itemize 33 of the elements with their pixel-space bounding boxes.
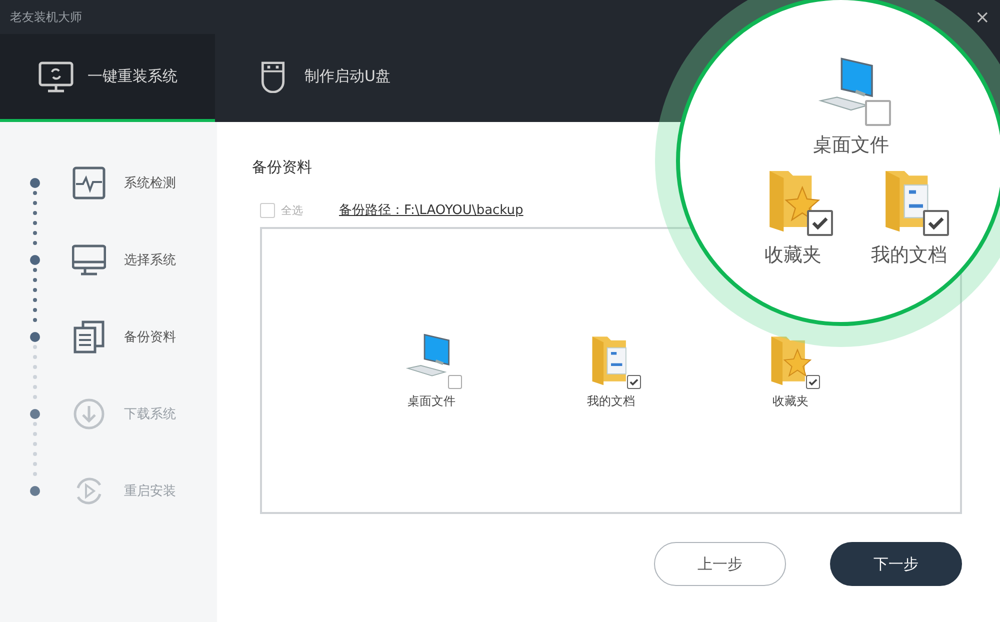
step-label: 重启安装 xyxy=(124,482,176,500)
monitor-icon xyxy=(72,242,106,276)
item-label: 收藏夹 xyxy=(772,393,808,410)
check-icon xyxy=(807,376,820,388)
item-label: 我的文档 xyxy=(871,243,947,268)
window-title: 老友装机大师 xyxy=(10,8,82,26)
check-icon xyxy=(628,376,640,388)
checkbox[interactable] xyxy=(626,375,641,389)
step-label: 选择系统 xyxy=(124,252,176,268)
documents-icon xyxy=(72,320,106,354)
back-button[interactable]: 上一步 xyxy=(654,542,786,586)
tab[interactable]: 一键重装系统 xyxy=(0,34,215,122)
step-label: 下载系统 xyxy=(124,406,176,422)
checkbox[interactable] xyxy=(807,210,833,236)
backup-path-link[interactable]: 备份路径：F:\LAOYOU\backup xyxy=(339,201,524,219)
checkbox[interactable] xyxy=(448,375,462,389)
refresh-monitor-icon xyxy=(38,60,74,92)
close-button[interactable]: × xyxy=(974,6,990,28)
step-label: 系统检测 xyxy=(124,174,176,192)
checkbox[interactable] xyxy=(923,210,949,236)
download-icon xyxy=(72,396,106,430)
next-button[interactable]: 下一步 xyxy=(830,542,962,586)
checkbox[interactable] xyxy=(865,100,891,126)
select-all-label: 全选 xyxy=(281,202,303,218)
pulse-monitor-icon xyxy=(72,166,106,200)
step-label: 备份资料 xyxy=(124,328,176,346)
section-title: 备份资料 xyxy=(252,158,313,177)
checkbox[interactable] xyxy=(806,375,820,389)
item-label: 我的文档 xyxy=(586,393,635,410)
tab[interactable]: 制作启动U盘 xyxy=(215,34,430,122)
item-label: 桌面文件 xyxy=(408,393,456,410)
item-label: 收藏夹 xyxy=(764,243,822,268)
item-label: 桌面文件 xyxy=(813,133,889,158)
